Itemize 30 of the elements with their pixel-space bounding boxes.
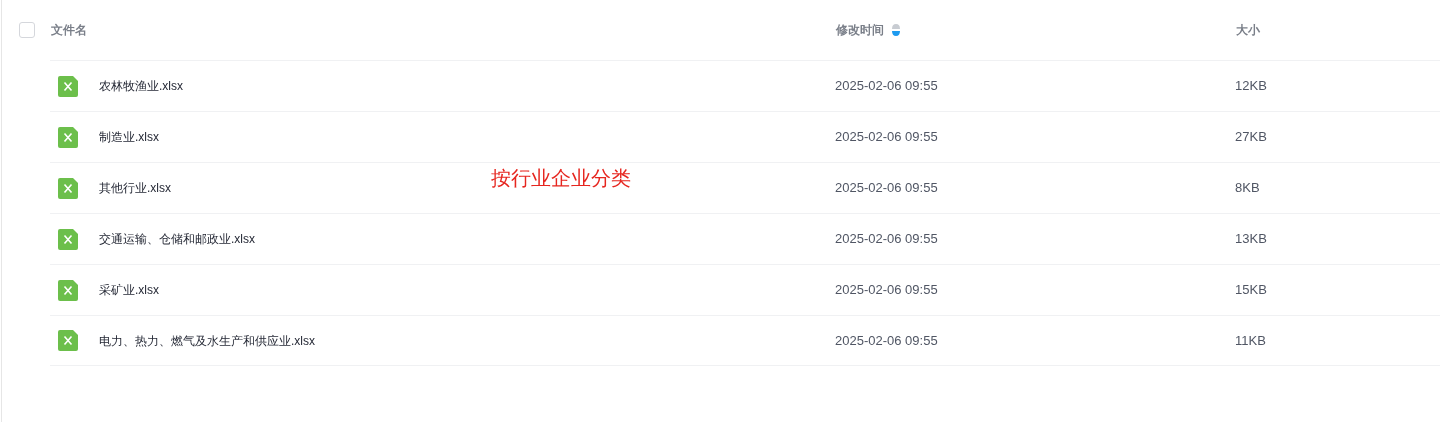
- modified-time: 2025-02-06 09:55: [835, 179, 939, 198]
- file-name[interactable]: 制造业.xlsx: [99, 128, 159, 146]
- file-size: 8KB: [1235, 179, 1261, 198]
- file-size: 15KB: [1235, 281, 1268, 300]
- modified-time: 2025-02-06 09:55: [835, 230, 939, 249]
- spreadsheet-file-icon: [58, 330, 79, 351]
- file-size: 27KB: [1235, 128, 1268, 147]
- sort-icon[interactable]: [892, 24, 900, 36]
- file-name[interactable]: 交通运输、仓储和邮政业.xlsx: [99, 230, 255, 248]
- file-name[interactable]: 采矿业.xlsx: [99, 281, 159, 299]
- spreadsheet-file-icon: [58, 279, 79, 301]
- column-header[interactable]: 文件名: [51, 21, 87, 39]
- file-name[interactable]: 农林牧渔业.xlsx: [99, 77, 183, 95]
- column-header[interactable]: 修改时间: [836, 21, 884, 39]
- modified-time: 2025-02-06 09:55: [835, 281, 939, 300]
- file-size: 11KB: [1235, 331, 1267, 350]
- file-size: 12KB: [1235, 77, 1268, 96]
- spreadsheet-file-icon: [58, 228, 79, 250]
- spreadsheet-file-icon: [58, 75, 79, 97]
- select-all-checkbox[interactable]: [19, 22, 35, 38]
- modified-time: 2025-02-06 09:55: [835, 128, 939, 147]
- column-header[interactable]: 大小: [1236, 21, 1260, 39]
- file-size: 13KB: [1235, 230, 1268, 249]
- file-name[interactable]: 其他行业.xlsx: [99, 179, 171, 197]
- file-name[interactable]: 电力、热力、燃气及水生产和供应业.xlsx: [99, 331, 315, 350]
- spreadsheet-file-icon: [58, 126, 79, 148]
- spreadsheet-file-icon: [58, 177, 79, 199]
- annotation-text: 按行业企业分类: [491, 166, 631, 191]
- modified-time: 2025-02-06 09:55: [835, 77, 939, 96]
- modified-time: 2025-02-06 09:55: [835, 331, 939, 350]
